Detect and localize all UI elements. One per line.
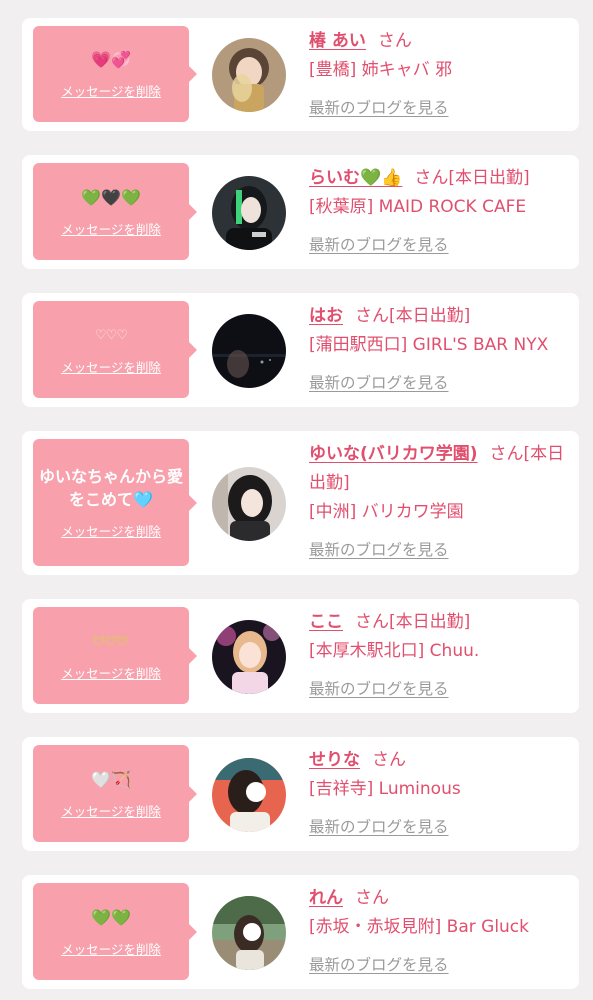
name-line: はお さん[本日出勤] <box>309 302 569 331</box>
avatar[interactable] <box>212 314 286 388</box>
delete-message-link[interactable]: メッセージを削除 <box>61 939 161 958</box>
message-text: ᗢᗢᗢ <box>93 633 129 649</box>
name-line: らいむ💚👍 さん[本日出勤] <box>309 164 569 193</box>
shop-name: [中洲] バリカワ学園 <box>309 502 464 522</box>
cast-name-link[interactable]: はお <box>309 306 343 326</box>
message-text: 💗💞 <box>91 50 131 69</box>
avatar[interactable] <box>212 620 286 694</box>
list-item: 💗💞 メッセージを削除 椿 あい さん [豊橋] 姉キャバ 邪 最新のブログを見る <box>22 18 579 131</box>
cast-name-link[interactable]: れん <box>309 888 343 908</box>
honorific-status: さん <box>372 750 406 770</box>
avatar[interactable] <box>212 467 286 541</box>
message-bubble: 💚🖤💚 メッセージを削除 <box>33 163 197 260</box>
latest-blog-link[interactable]: 最新のブログを見る <box>309 94 449 123</box>
cast-name-link[interactable]: せりな <box>309 750 360 770</box>
list-item: 💚🖤💚 メッセージを削除 らいむ💚👍 さん[本日出勤] [秋葉原] MAID RO… <box>22 155 579 269</box>
delete-message-link[interactable]: メッセージを削除 <box>61 81 161 100</box>
message-text: ♡♡♡ <box>95 327 128 343</box>
message-bubble: 🤍🏹 メッセージを削除 <box>33 745 197 842</box>
avatar[interactable] <box>212 38 286 112</box>
honorific-status: さん <box>355 888 389 908</box>
honorific-status: さん[本日出勤] <box>355 306 471 326</box>
honorific-status: さん <box>377 31 412 51</box>
name-line: せりな さん <box>309 746 569 775</box>
latest-blog-link[interactable]: 最新のブログを見る <box>309 369 449 398</box>
cast-name-link[interactable]: らいむ💚👍 <box>309 168 402 188</box>
list-item: 🤍🏹 メッセージを削除 せりな さん [吉祥寺] Luminous 最新のブログを… <box>22 737 579 851</box>
latest-blog-link[interactable]: 最新のブログを見る <box>309 675 449 704</box>
avatar[interactable] <box>212 896 286 970</box>
name-line: 椿 あい さん <box>309 27 569 56</box>
cast-info: 椿 あい さん [豊橋] 姉キャバ 邪 最新のブログを見る <box>309 27 569 123</box>
message-bubble: 💚💚 メッセージを削除 <box>33 883 197 980</box>
honorific-status: さん[本日出勤] <box>355 612 471 632</box>
shop-name: [秋葉原] MAID ROCK CAFE <box>309 197 527 217</box>
cast-name-link[interactable]: 椿 あい <box>309 31 366 51</box>
cast-info: ここ さん[本日出勤] [本厚木駅北口] Chuu. 最新のブログを見る <box>309 608 569 704</box>
list-item: ♡♡♡ メッセージを削除 はお さん[本日出勤] [蒲田駅西口] GIRL'S B… <box>22 293 579 407</box>
name-line: ここ さん[本日出勤] <box>309 608 569 637</box>
cast-info: せりな さん [吉祥寺] Luminous 最新のブログを見る <box>309 746 569 842</box>
cast-name-link[interactable]: ゆいな(バリカワ学園) <box>309 444 478 464</box>
cast-info: らいむ💚👍 さん[本日出勤] [秋葉原] MAID ROCK CAFE 最新のブロ… <box>309 164 569 260</box>
message-bubble: ᗢᗢᗢ メッセージを削除 <box>33 607 197 704</box>
shop-name: [赤坂・赤坂見附] Bar Gluck <box>309 917 530 937</box>
cast-name-link[interactable]: ここ <box>309 612 343 632</box>
latest-blog-link[interactable]: 最新のブログを見る <box>309 536 449 565</box>
honorific-status: さん[本日出勤] <box>414 168 530 188</box>
delete-message-link[interactable]: メッセージを削除 <box>61 357 161 376</box>
thanks-message-list: 💗💞 メッセージを削除 椿 あい さん [豊橋] 姉キャバ 邪 最新のブログを見る… <box>0 0 593 1000</box>
message-text: 💚🖤💚 <box>81 187 141 207</box>
delete-message-link[interactable]: メッセージを削除 <box>61 521 161 540</box>
delete-message-link[interactable]: メッセージを削除 <box>61 801 161 820</box>
shop-name: [豊橋] 姉キャバ 邪 <box>309 60 453 80</box>
message-bubble: ♡♡♡ メッセージを削除 <box>33 301 197 398</box>
list-item: ᗢᗢᗢ メッセージを削除 ここ さん[本日出勤] [本厚木駅北口] Chuu. 最… <box>22 599 579 713</box>
latest-blog-link[interactable]: 最新のブログを見る <box>309 951 449 980</box>
shop-name: [蒲田駅西口] GIRL'S BAR NYX <box>309 335 549 355</box>
cast-info: はお さん[本日出勤] [蒲田駅西口] GIRL'S BAR NYX 最新のブログ… <box>309 302 569 398</box>
avatar[interactable] <box>212 758 286 832</box>
shop-name: [本厚木駅北口] Chuu. <box>309 641 480 661</box>
message-bubble: 💗💞 メッセージを削除 <box>33 26 197 122</box>
shop-name: [吉祥寺] Luminous <box>309 779 461 799</box>
latest-blog-link[interactable]: 最新のブログを見る <box>309 813 449 842</box>
list-item: 💚💚 メッセージを削除 れん さん [赤坂・赤坂見附] Bar Gluck 最新の… <box>22 875 579 989</box>
delete-message-link[interactable]: メッセージを削除 <box>61 219 161 238</box>
avatar[interactable] <box>212 176 286 250</box>
name-line: れん さん <box>309 884 569 913</box>
delete-message-link[interactable]: メッセージを削除 <box>61 663 161 682</box>
message-bubble: ゆいなちゃんから愛をこめて🩵 メッセージを削除 <box>33 439 197 566</box>
message-text: 💚💚 <box>91 907 131 927</box>
cast-info: れん さん [赤坂・赤坂見附] Bar Gluck 最新のブログを見る <box>309 884 569 980</box>
name-line: ゆいな(バリカワ学園) さん[本日出勤] <box>309 440 569 498</box>
message-text: ゆいなちゃんから愛をこめて🩵 <box>39 467 184 509</box>
message-text: 🤍🏹 <box>91 769 131 789</box>
list-item: ゆいなちゃんから愛をこめて🩵 メッセージを削除 ゆいな(バリカワ学園) さん[本日… <box>22 431 579 575</box>
cast-info: ゆいな(バリカワ学園) さん[本日出勤] [中洲] バリカワ学園 最新のブログを見… <box>309 440 569 565</box>
latest-blog-link[interactable]: 最新のブログを見る <box>309 231 449 260</box>
